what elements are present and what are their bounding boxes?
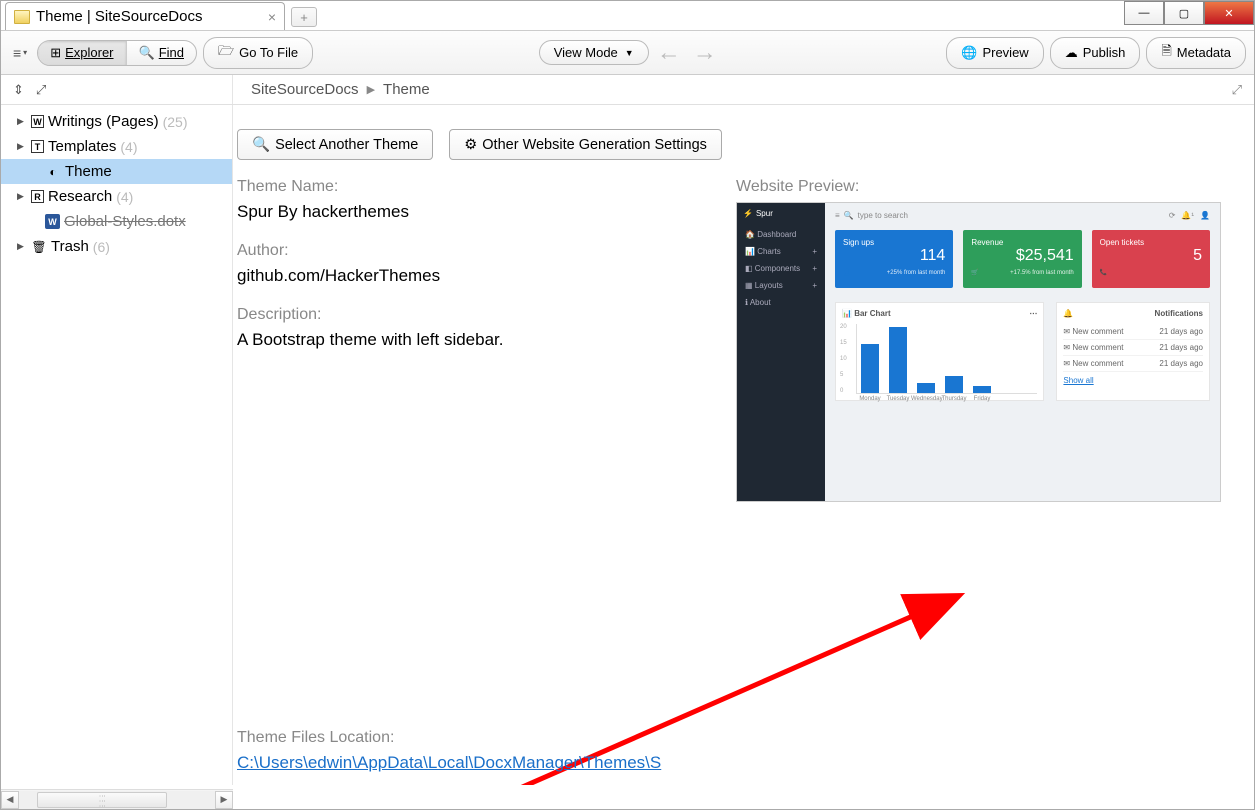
trash-icon: 🗑	[31, 239, 47, 255]
goto-file-button[interactable]: 🗁Go To File	[203, 37, 313, 69]
description-value: A Bootstrap theme with left sidebar.	[237, 330, 696, 350]
view-mode-dropdown[interactable]: View Mode▼	[539, 40, 649, 65]
expand-tree-icon[interactable]: ⤢	[36, 82, 46, 98]
tab-title: Theme | SiteSourceDocs	[36, 8, 202, 25]
minimize-button[interactable]: —	[1124, 1, 1164, 25]
metadata-button[interactable]: 🗎Metadata	[1146, 37, 1246, 69]
theme-icon: ◐	[45, 164, 61, 180]
search-icon: 🔍	[252, 136, 270, 153]
collapse-tree-icon[interactable]: ⇕	[13, 82, 24, 98]
chevron-right-icon[interactable]: ▶	[17, 116, 24, 127]
scroll-left-icon[interactable]: ◀	[1, 791, 19, 809]
find-button[interactable]: 🔍Find	[127, 41, 196, 65]
tab-active[interactable]: Theme | SiteSourceDocs ×	[5, 2, 285, 30]
theme-name-value: Spur By hackerthemes	[237, 202, 696, 222]
toolbar-group-left: ⊞Explorer 🔍Find	[37, 40, 197, 66]
select-theme-button[interactable]: 🔍Select Another Theme	[237, 129, 433, 160]
maximize-button[interactable]: ▢	[1164, 1, 1204, 25]
nav-forward-icon[interactable]: →	[689, 39, 721, 67]
chevron-right-icon: ▶	[367, 83, 375, 96]
preview-button[interactable]: 🌐Preview	[946, 37, 1043, 69]
location-link[interactable]: C:\Users\edwin\AppData\Local\DocxManager…	[237, 753, 661, 773]
breadcrumb-root[interactable]: SiteSourceDocs	[251, 81, 359, 98]
author-label: Author:	[237, 242, 696, 260]
horizontal-scrollbar[interactable]: ◀ ▶	[1, 789, 233, 809]
scroll-right-icon[interactable]: ▶	[215, 791, 233, 809]
menu-icon[interactable]: ≡▾	[9, 43, 31, 63]
chevron-right-icon[interactable]: ▶	[17, 241, 24, 252]
tree-item-trash[interactable]: ▶ 🗑 Trash (6)	[1, 234, 232, 259]
tab-close-icon[interactable]: ×	[268, 9, 276, 25]
tree-item-writings[interactable]: ▶ W Writings (Pages) (25)	[1, 109, 232, 134]
nav-back-icon[interactable]: ←	[653, 39, 685, 67]
preview-card-tickets: Open tickets 5 📞	[1092, 230, 1210, 288]
description-label: Description:	[237, 306, 696, 324]
tree-item-global-styles[interactable]: W Global-Styles.dotx	[1, 209, 232, 234]
close-button[interactable]: ✕	[1204, 1, 1254, 25]
other-settings-button[interactable]: ⚙Other Website Generation Settings	[449, 129, 722, 160]
fullscreen-icon[interactable]: ⤢	[1232, 82, 1242, 98]
preview-notifications: 🔔 Notifications ✉ New comment21 days ago…	[1056, 302, 1210, 401]
template-icon: T	[31, 140, 44, 153]
main-split: ▶ W Writings (Pages) (25) ▶ T Templates …	[1, 105, 1254, 785]
window-controls: — ▢ ✕	[1124, 1, 1254, 25]
explorer-button[interactable]: ⊞Explorer	[38, 41, 126, 65]
preview-bar-chart: 📊 Bar Chart⋯ 20151050 MondayTuesdayWedne…	[835, 302, 1044, 401]
new-tab-button[interactable]: +	[291, 7, 317, 27]
tab-bar: Theme | SiteSourceDocs × +	[1, 1, 1254, 31]
preview-card-revenue: Revenue $25,541 🛒+17.5% from last month	[963, 230, 1081, 288]
content-pane: 🔍Select Another Theme ⚙Other Website Gen…	[233, 105, 1254, 785]
toolbar: ≡▾ ⊞Explorer 🔍Find 🗁Go To File View Mode…	[1, 31, 1254, 75]
search-icon: 🔍	[844, 211, 854, 220]
breadcrumb-current: Theme	[383, 81, 430, 98]
preview-sidebar: ⚡Spur 🏠 Dashboard 📊 Charts+ ◧ Components…	[737, 203, 825, 501]
page-icon: W	[31, 115, 44, 128]
location-label: Theme Files Location:	[237, 729, 661, 747]
breadcrumb: SiteSourceDocs ▶ Theme	[233, 81, 1232, 98]
preview-card-signups: Sign ups 114 👤+25% from last month	[835, 230, 953, 288]
preview-menu-item: 🏠 Dashboard	[743, 226, 819, 243]
research-icon: R	[31, 190, 44, 203]
gear-icon: ⚙	[464, 137, 477, 153]
sidebar-tree: ▶ W Writings (Pages) (25) ▶ T Templates …	[1, 105, 233, 785]
chevron-right-icon[interactable]: ▶	[17, 141, 24, 152]
word-doc-icon: W	[45, 214, 60, 229]
lightning-icon: ⚡	[743, 209, 753, 218]
publish-button[interactable]: ☁Publish	[1050, 37, 1141, 69]
tree-item-templates[interactable]: ▶ T Templates (4)	[1, 134, 232, 159]
tree-item-theme[interactable]: ◐ Theme	[1, 159, 232, 184]
secondary-bar: ⇕ ⤢ SiteSourceDocs ▶ Theme ⤢	[1, 75, 1254, 105]
preview-label: Website Preview:	[736, 178, 1236, 196]
scrollbar-thumb[interactable]	[37, 792, 167, 808]
chevron-right-icon[interactable]: ▶	[17, 191, 24, 202]
tree-item-research[interactable]: ▶ R Research (4)	[1, 184, 232, 209]
theme-name-label: Theme Name:	[237, 178, 696, 196]
website-preview: ⚡Spur 🏠 Dashboard 📊 Charts+ ◧ Components…	[736, 202, 1221, 502]
author-value: github.com/HackerThemes	[237, 266, 696, 286]
folder-icon	[14, 10, 30, 24]
